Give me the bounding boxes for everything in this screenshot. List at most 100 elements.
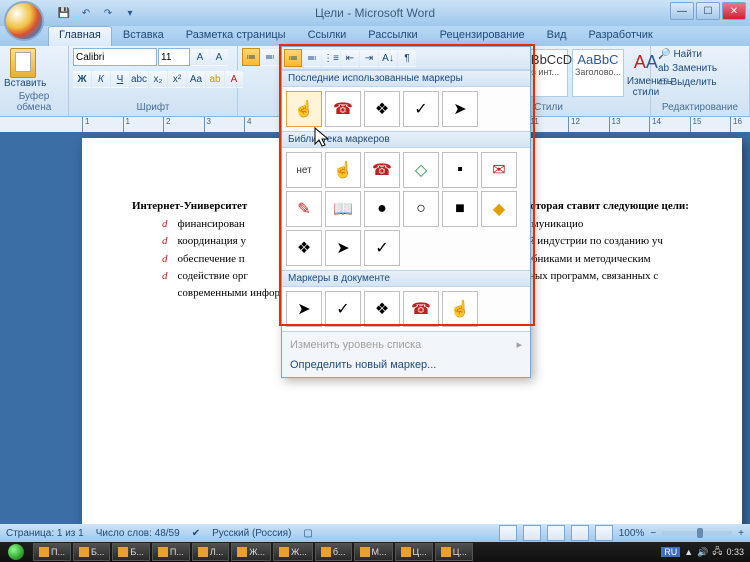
maximize-button[interactable]: ☐ [696,2,720,20]
taskbar-item[interactable]: Ц... [435,543,473,561]
strike-button[interactable]: abc [130,70,148,88]
marker-book[interactable]: 📖 [325,191,361,227]
marker-hand2[interactable]: ☝ [325,152,361,188]
tray-network-icon[interactable]: 🖧 [712,544,722,560]
taskbar-item[interactable]: б... [315,543,352,561]
marker-disc[interactable]: ● [364,191,400,227]
marker-doc-arrow[interactable]: ➤ [286,291,322,327]
marker-check[interactable]: ✓ [403,91,439,127]
marker-square[interactable]: ■ [442,191,478,227]
bullets-button[interactable]: ≔ [242,48,260,66]
view-full-screen[interactable] [523,525,541,541]
define-new-bullet[interactable]: Определить новый маркер... [282,355,530,375]
marker-circle[interactable]: ○ [403,191,439,227]
font-size-select[interactable]: 11 [158,48,190,66]
status-language[interactable]: Русский (Россия) [212,528,291,539]
italic-button[interactable]: К [92,70,110,88]
popup-inc-indent-button[interactable]: ⇥ [360,49,378,67]
minimize-button[interactable]: — [670,2,694,20]
marker-fourdiamond[interactable]: ❖ [364,91,400,127]
change-case-button[interactable]: Aa [187,70,205,88]
view-outline[interactable] [571,525,589,541]
zoom-in-button[interactable]: + [738,528,744,539]
highlight-button[interactable]: ab [206,70,224,88]
popup-dec-indent-button[interactable]: ⇤ [341,49,359,67]
tab-mailings[interactable]: Рассылки [357,26,428,46]
section-recent: Последние использованные маркеры [282,70,530,87]
replace-button[interactable]: abЗаменить [655,62,745,75]
popup-numbering-button[interactable]: ≕ [303,49,321,67]
shrink-font-icon[interactable]: A [210,48,228,66]
tab-home[interactable]: Главная [48,26,112,46]
close-button[interactable]: ✕ [722,2,746,20]
status-proofing-icon[interactable]: ✔ [192,528,200,539]
find-button[interactable]: 🔎Найти [655,48,745,61]
save-icon[interactable]: 💾 [54,3,74,23]
tray-icon[interactable]: ▲ [684,547,693,557]
marker-doc-fourdiamond[interactable]: ❖ [364,291,400,327]
tab-review[interactable]: Рецензирование [429,26,536,46]
language-indicator[interactable]: RU [661,547,680,557]
marker-pen[interactable]: ✎ [286,191,322,227]
start-button[interactable] [0,542,32,562]
undo-icon[interactable]: ↶ [76,3,96,23]
bold-button[interactable]: Ж [73,70,91,88]
marker-doc-check[interactable]: ✓ [325,291,361,327]
paste-button[interactable]: Вставить [4,48,42,89]
popup-multilevel-button[interactable]: ⋮≡ [322,49,340,67]
marker-doc-phone[interactable]: ☎ [403,291,439,327]
select-button[interactable]: ▭Выделить [655,76,745,89]
font-name-select[interactable]: Calibri [73,48,157,66]
taskbar-item[interactable]: Ц... [395,543,433,561]
taskbar-item[interactable]: Б... [112,543,149,561]
view-web-layout[interactable] [547,525,565,541]
taskbar-item[interactable]: Ж... [231,543,271,561]
office-button[interactable] [4,1,44,41]
marker-phone[interactable]: ☎ [325,91,361,127]
status-macro-icon[interactable]: ▢ [303,528,312,539]
marker-phone2[interactable]: ☎ [364,152,400,188]
marker-envelope[interactable]: ✉ [481,152,517,188]
marker-fourdiamond2[interactable]: ❖ [286,230,322,266]
numbering-button[interactable]: ≕ [261,48,279,66]
taskbar-item[interactable]: Л... [192,543,229,561]
taskbar-item[interactable]: П... [152,543,190,561]
underline-button[interactable]: Ч [111,70,129,88]
taskbar-item[interactable]: Б... [73,543,110,561]
taskbar-item[interactable]: Ж... [273,543,313,561]
qat-more-icon[interactable]: ▾ [120,3,140,23]
subscript-button[interactable]: x₂ [149,70,167,88]
marker-color-diamond[interactable]: ◆ [481,191,517,227]
status-page[interactable]: Страница: 1 из 1 [6,528,84,539]
tab-references[interactable]: Ссылки [297,26,358,46]
zoom-out-button[interactable]: − [650,528,656,539]
popup-sort-button[interactable]: A↓ [379,49,397,67]
marker-arrow2[interactable]: ➤ [325,230,361,266]
tab-view[interactable]: Вид [536,26,578,46]
view-print-layout[interactable] [499,525,517,541]
marker-small-square[interactable]: ▪ [442,152,478,188]
popup-marks-button[interactable]: ¶ [398,49,416,67]
marker-doc-hand[interactable]: ☝ [442,291,478,327]
marker-check2[interactable]: ✓ [364,230,400,266]
tray-volume-icon[interactable]: 🔊 [697,547,708,558]
taskbar-item[interactable]: М... [354,543,393,561]
style-heading1[interactable]: AaBbCЗаголово... [572,49,624,97]
redo-icon[interactable]: ↷ [98,3,118,23]
superscript-button[interactable]: x² [168,70,186,88]
tab-insert[interactable]: Вставка [112,26,175,46]
marker-hand[interactable]: ☝ [286,91,322,127]
zoom-level[interactable]: 100% [619,528,645,539]
marker-none[interactable]: нет [286,152,322,188]
tab-page-layout[interactable]: Разметка страницы [175,26,297,46]
marker-arrow[interactable]: ➤ [442,91,478,127]
view-draft[interactable] [595,525,613,541]
popup-bullets-button[interactable]: ≔ [284,49,302,67]
zoom-slider[interactable] [662,531,732,535]
clock[interactable]: 0:33 [726,547,744,557]
taskbar-item[interactable]: П... [33,543,71,561]
status-words[interactable]: Число слов: 48/59 [96,528,180,539]
tab-developer[interactable]: Разработчик [578,26,664,46]
marker-diamond-outline[interactable]: ◇ [403,152,439,188]
grow-font-icon[interactable]: A [191,48,209,66]
